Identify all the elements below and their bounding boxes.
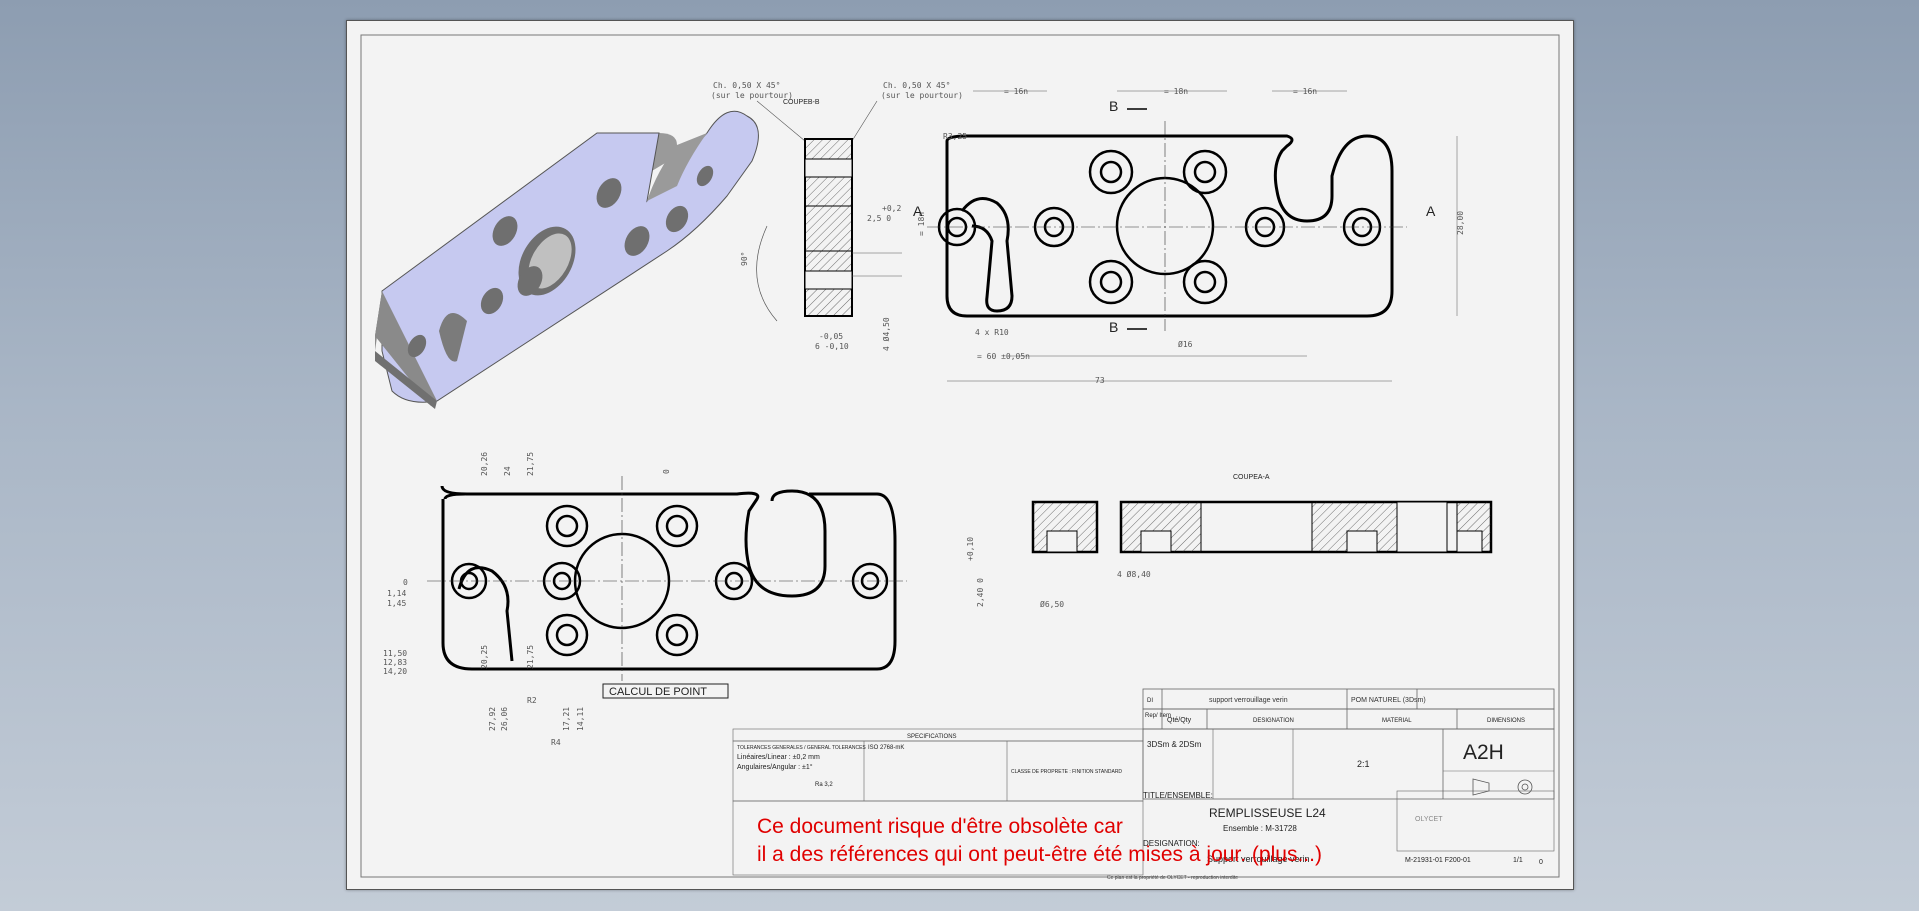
inner-border bbox=[360, 34, 1560, 878]
d840-dim: 4 Ø8,40 bbox=[1117, 569, 1151, 579]
y114-dim: 1,14 bbox=[387, 589, 406, 598]
specifications-header: SPECIFICATIONS bbox=[907, 734, 957, 740]
angular-tolerance: Angulaires/Angular : ±1° bbox=[737, 763, 813, 771]
d240-dim: 2,40 0 bbox=[976, 578, 985, 607]
footer-note: Ce plan est la propriété de OLYCET - rep… bbox=[1107, 875, 1238, 881]
roughness-value: Ra 3,2 bbox=[815, 782, 833, 788]
y1420-dim: 14,20 bbox=[383, 667, 407, 676]
chamfer-note-2: Ch. 0,50 X 45° bbox=[883, 81, 950, 90]
section-a-view: COUPEA-A 4 Ø8,40 Ø6,50 +0,10 2,40 0 bbox=[966, 474, 1493, 609]
chamfer-note-2b: (sur le pourtour) bbox=[881, 91, 963, 100]
row-di: DI bbox=[1147, 698, 1153, 704]
drawing-sheet[interactable]: COUPEB-B Ch. 0,50 X 45° (sur le pourtour… bbox=[346, 20, 1574, 890]
d16b-dim: = 16n bbox=[1293, 87, 1317, 96]
d16a-dim: = 16n bbox=[1004, 87, 1028, 96]
chamfer-note-1: Ch. 0,50 X 45° bbox=[713, 81, 780, 90]
d16-dim: Ø16 bbox=[1178, 339, 1193, 349]
col-designation: DESIGNATION bbox=[1253, 718, 1294, 724]
r325-dim: R3,25 bbox=[943, 132, 967, 141]
section-b-marker-bottom: B bbox=[1109, 319, 1118, 335]
tol4-dim: 6 -0,10 bbox=[815, 342, 849, 351]
row-pom: POM NATUREL (3Dsm) bbox=[1351, 697, 1426, 704]
col-material: MATERIAL bbox=[1382, 718, 1412, 724]
projection-cone-icon bbox=[1472, 778, 1490, 796]
d60-dim: = 60 ±0,05n bbox=[977, 352, 1030, 361]
iso-view bbox=[375, 110, 759, 409]
y145-dim: 1,45 bbox=[387, 599, 406, 608]
v24-dim: 24 bbox=[503, 466, 512, 476]
scale-field: 2:1 bbox=[1357, 759, 1370, 769]
v2025-dim: 20,25 bbox=[480, 645, 489, 669]
section-a-marker-right: A bbox=[1426, 203, 1436, 219]
col-qte: Qté/Qty bbox=[1167, 717, 1192, 724]
section-b-title: COUPEB-B bbox=[783, 99, 820, 106]
section-b-marker-top: B bbox=[1109, 98, 1118, 114]
obsolete-warning[interactable]: Ce document risque d'être obsolète car i… bbox=[757, 813, 1322, 869]
class-note: CLASSE DE PROPRETE : FINITION STANDARD bbox=[1011, 769, 1122, 775]
cad-drawing: COUPEB-B Ch. 0,50 X 45° (sur le pourtour… bbox=[360, 34, 1560, 881]
projection-circle-icon bbox=[1517, 779, 1533, 795]
y1150-dim: 11,50 bbox=[383, 649, 407, 658]
d010-dim: +0,10 bbox=[966, 537, 975, 561]
y1283-dim: 12,83 bbox=[383, 658, 407, 667]
col-dimensions: DIMENSIONS bbox=[1487, 718, 1525, 724]
iso-note: ISO 2768-mK bbox=[868, 745, 904, 751]
tol2-dim: 2,5 0 bbox=[867, 214, 891, 223]
r2-dim: R2 bbox=[527, 696, 537, 705]
company-logo: OLYCET bbox=[1415, 816, 1443, 823]
title-label: TITLE/ENSEMBLE: bbox=[1143, 791, 1213, 800]
v0top-dim: 0 bbox=[662, 469, 671, 474]
section-a-title: COUPEA-A bbox=[1233, 474, 1270, 481]
revision: 0 bbox=[1539, 859, 1543, 866]
v2175-dim: 21,75 bbox=[526, 452, 535, 476]
coordinate-view: 20,26 24 21,75 0 0 1,14 1,45 11,50 12,83… bbox=[383, 452, 907, 747]
r4-dim: R4 bbox=[551, 738, 561, 747]
format-field: A2H bbox=[1463, 741, 1504, 764]
general-tolerances: TOLERANCES GENERALES / GENERAL TOLERANCE… bbox=[737, 745, 866, 751]
warning-line-2[interactable]: il a des références qui ont peut-être ét… bbox=[757, 841, 1322, 869]
v1411-dim: 14,11 bbox=[576, 707, 585, 731]
v1721-dim: 17,21 bbox=[562, 707, 571, 731]
tol-dim: +0,2 bbox=[882, 204, 901, 213]
d650-dim: Ø6,50 bbox=[1040, 599, 1064, 609]
d73-dim: 73 bbox=[1095, 376, 1105, 385]
r10-dim: 4 x R10 bbox=[975, 328, 1009, 337]
d18-dim: = 18n bbox=[1164, 87, 1188, 96]
y0-dim: 0 bbox=[403, 578, 408, 587]
row-support: support verrouillage verin bbox=[1209, 697, 1288, 704]
v2175b-dim: 21,75 bbox=[526, 645, 535, 669]
calc-label: CALCUL DE POINT bbox=[609, 686, 707, 698]
d28-dim: 28,00 bbox=[1456, 211, 1465, 235]
v2026-dim: 20,26 bbox=[480, 452, 489, 476]
sheet-number: 1/1 bbox=[1513, 857, 1523, 864]
chamfer-note-1b: (sur le pourtour) bbox=[711, 91, 793, 100]
section-a-marker-left: A bbox=[913, 203, 923, 219]
date-field: 3DSm & 2DSm bbox=[1147, 740, 1202, 749]
tol3-dim: -0,05 bbox=[819, 332, 843, 341]
part-number: M-21931-01 F200-01 bbox=[1405, 857, 1471, 864]
v2606-dim: 26,06 bbox=[500, 707, 509, 731]
angle-dim: 90° bbox=[740, 252, 749, 266]
d450-dim: 4 Ø4,50 bbox=[881, 317, 891, 351]
warning-line-1[interactable]: Ce document risque d'être obsolète car bbox=[757, 813, 1322, 841]
linear-tolerance: Linéaires/Linear : ±0,2 mm bbox=[737, 754, 820, 761]
front-view: = 16n = 18n = 16n R3,25 = 60 ±0,05n 73 Ø… bbox=[913, 87, 1465, 385]
v2792-dim: 27,92 bbox=[488, 707, 497, 731]
